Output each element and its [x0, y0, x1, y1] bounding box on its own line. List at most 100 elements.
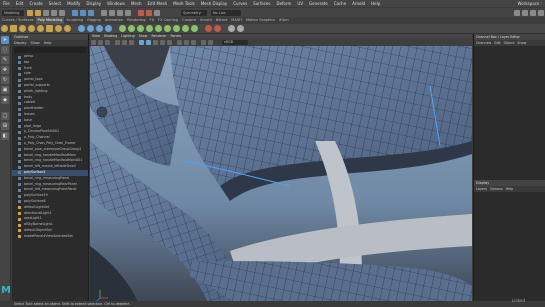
bevel-icon[interactable]	[137, 25, 144, 32]
shelf-tab-fx-caching[interactable]: FX Caching	[156, 17, 180, 24]
motion-blur-icon[interactable]	[184, 40, 189, 45]
snap-curve-icon[interactable]	[109, 9, 115, 16]
outliner-menu-show[interactable]: Show	[31, 40, 40, 46]
boolean-icon[interactable]	[105, 25, 112, 32]
mirror-icon[interactable]	[205, 25, 212, 32]
shelf-tab-custom[interactable]: Custom	[180, 17, 198, 24]
grid-icon[interactable]	[115, 40, 120, 45]
render-settings-icon[interactable]	[154, 9, 160, 16]
select-component-icon[interactable]	[88, 9, 94, 16]
scale-tool-icon[interactable]: ▣	[1, 86, 9, 94]
outliner-search-input[interactable]	[14, 47, 86, 53]
layer-menu-layers[interactable]: Layers	[476, 186, 487, 192]
poly-cylinder-icon[interactable]	[19, 25, 26, 32]
menu-help[interactable]: Help	[368, 0, 383, 7]
undo-icon[interactable]	[51, 9, 57, 16]
shelf-tab-animation[interactable]: Animation	[103, 17, 125, 24]
smooth-shade-icon[interactable]	[146, 40, 151, 45]
image-plane-icon[interactable]	[105, 40, 110, 45]
select-hierarchy-icon[interactable]	[72, 9, 78, 16]
combine-icon[interactable]	[78, 25, 85, 32]
menu-arnold[interactable]: Arnold	[349, 0, 368, 7]
shelf-tab-curves-surfaces[interactable]: Curves / Surfaces	[0, 17, 36, 24]
select-tool-icon[interactable]: ➤	[1, 36, 9, 44]
bookmark-icon[interactable]	[98, 40, 103, 45]
menu-edit[interactable]: Edit	[13, 0, 27, 7]
poly-torus-icon[interactable]	[37, 25, 44, 32]
merge-icon[interactable]	[214, 25, 221, 32]
menu-cache[interactable]: Cache	[331, 0, 349, 7]
isolate-select-icon[interactable]	[201, 40, 206, 45]
menu-file[interactable]: File	[0, 0, 13, 7]
smooth-icon[interactable]	[96, 25, 103, 32]
select-object-icon[interactable]	[80, 9, 86, 16]
paint-select-icon[interactable]: ✎	[1, 56, 9, 64]
shadows-icon[interactable]	[167, 40, 172, 45]
channel-menu-channels[interactable]: Channels	[476, 40, 491, 46]
shelf-tab-fx[interactable]: FX	[148, 17, 157, 24]
menu-curves[interactable]: Curves	[230, 0, 250, 7]
shelf-tab-bifrost[interactable]: Bifrost	[214, 17, 230, 24]
last-tool-icon[interactable]: ◆	[1, 96, 9, 104]
snap-surface-icon[interactable]	[125, 9, 131, 16]
menu-edit-mesh[interactable]: Edit Mesh	[145, 0, 171, 7]
redo-icon[interactable]	[59, 9, 65, 16]
poly-cube-icon[interactable]	[10, 25, 17, 32]
show-modeling-toolkit-icon[interactable]	[514, 9, 520, 16]
menu-mesh[interactable]: Mesh	[128, 0, 145, 7]
shelf-tab-xgen[interactable]: XGen	[277, 17, 291, 24]
four-view-icon[interactable]: ⊞	[1, 122, 9, 130]
fill-hole-icon[interactable]	[155, 25, 162, 32]
extrude-icon[interactable]	[119, 25, 126, 32]
quad-draw-icon[interactable]	[191, 25, 198, 32]
textured-icon[interactable]	[153, 40, 158, 45]
viewport-canvas[interactable]	[90, 46, 472, 307]
live-surface-field[interactable]: No Live Surface	[211, 9, 241, 21]
uv-editor-icon[interactable]	[228, 25, 235, 32]
save-scene-icon[interactable]	[43, 9, 49, 16]
menu-uv[interactable]: UV	[294, 0, 306, 7]
ambient-occlusion-icon[interactable]	[177, 40, 182, 45]
poly-disc-icon[interactable]	[55, 25, 62, 32]
single-view-icon[interactable]: ▢	[1, 112, 9, 120]
anti-aliasing-icon[interactable]	[191, 40, 196, 45]
shelf-tab-mash[interactable]: MASH	[229, 17, 244, 24]
viewport-persp[interactable]	[90, 46, 472, 307]
poly-sphere-icon[interactable]	[1, 25, 8, 32]
rotate-tool-icon[interactable]: ↻	[1, 76, 9, 84]
lights-icon[interactable]	[160, 40, 165, 45]
outliner-menu-display[interactable]: Display	[14, 40, 27, 46]
shelf-tab-motion-graphics[interactable]: Motion Graphics	[244, 17, 277, 24]
poly-plane-icon[interactable]	[46, 25, 53, 32]
shelf-tab-poly-modeling[interactable]: Poly Modeling	[35, 17, 65, 24]
channel-menu-show[interactable]: Show	[517, 40, 526, 46]
menu-surfaces[interactable]: Surfaces	[250, 0, 273, 7]
menu-windows[interactable]: Windows	[104, 0, 128, 7]
lasso-tool-icon[interactable]: ◌	[1, 46, 9, 54]
connect-icon[interactable]	[182, 25, 189, 32]
menu-modify[interactable]: Modify	[64, 0, 83, 7]
wireframe-icon[interactable]	[139, 40, 144, 45]
poly-cone-icon[interactable]	[28, 25, 35, 32]
layer-menu-options[interactable]: Options	[490, 186, 503, 192]
shelf-tab-arnold[interactable]: Arnold	[198, 17, 214, 24]
shelf-tab-rendering[interactable]: Rendering	[125, 17, 147, 24]
channel-menu-edit[interactable]: Edit	[494, 40, 500, 46]
open-scene-icon[interactable]	[35, 9, 41, 16]
outliner-menu-help[interactable]: Help	[44, 40, 52, 46]
color-space-field[interactable]: sRGB gamma	[222, 40, 248, 49]
menu-create[interactable]: Create	[26, 0, 45, 7]
render-icon[interactable]	[138, 9, 144, 16]
menu-mesh-display[interactable]: Mesh Display	[198, 0, 231, 7]
super-shape-icon[interactable]	[64, 25, 71, 32]
film-gate-icon[interactable]	[122, 40, 127, 45]
xray-icon[interactable]	[208, 40, 213, 45]
menu-mesh-tools[interactable]: Mesh Tools	[170, 0, 198, 7]
snap-grid-icon[interactable]	[101, 9, 107, 16]
camera-attributes-icon[interactable]	[91, 40, 96, 45]
menu-generate[interactable]: Generate	[306, 0, 331, 7]
menu-select[interactable]: Select	[46, 0, 64, 7]
show-channel-box-icon[interactable]	[538, 9, 544, 16]
ipr-render-icon[interactable]	[146, 9, 152, 16]
show-tool-settings-icon[interactable]	[530, 9, 536, 16]
